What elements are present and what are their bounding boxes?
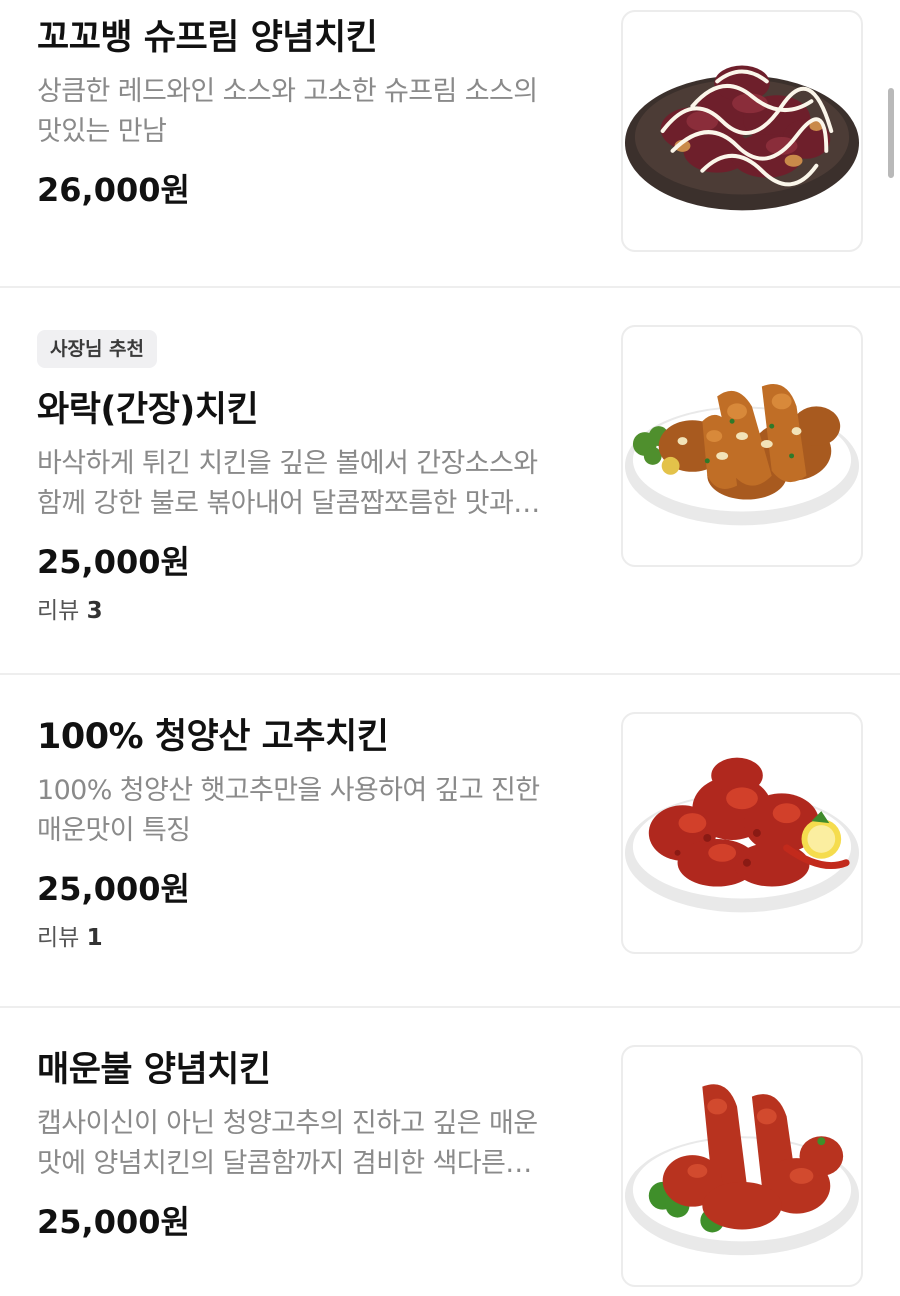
review-count[interactable]: 리뷰 3: [37, 594, 597, 628]
cheongyang-pepper-chicken-image: [624, 757, 860, 913]
owner-recommend-badge: 사장님 추천: [37, 330, 158, 368]
description-line: 캡사이신이 아닌 청양고추의 진하고 깊은 매운: [37, 1108, 538, 1139]
description-line: 바삭하게 튀긴 치킨을 깊은 볼에서 간장소스와: [37, 448, 538, 479]
description-line: 함께 강한 불로 볶아내어 달콤짭쪼름한 맛과…: [37, 488, 540, 519]
spicy-fire-yangnyeom-chicken-image: [624, 1084, 860, 1256]
menu-item-photo[interactable]: [621, 10, 863, 252]
menu-item-cheongyang-pepper-chicken[interactable]: 100% 청양산 고추치킨 100% 청양산 햇고추만을 사용하여 깊고 진한 …: [0, 675, 900, 1008]
menu-item-price: 26,000원: [37, 171, 190, 209]
menu-item-photo[interactable]: [621, 712, 863, 954]
red-wine-supreme-chicken-image: [624, 65, 860, 211]
menu-item-description: 상큼한 레드와인 소스와 고소한 슈프림 소스의 맛있는 만남: [37, 72, 597, 152]
menu-item-photo[interactable]: [621, 325, 863, 567]
menu-item-name: 100% 청양산 고추치킨: [37, 717, 389, 757]
review-label: 리뷰: [37, 598, 80, 624]
menu-item-spicy-fire-yangnyeom-chicken[interactable]: 매운불 양념치킨 캡사이신이 아닌 청양고추의 진하고 깊은 매운 맛에 양념치…: [0, 1008, 900, 1296]
menu-item-name: 매운불 양념치킨: [37, 1050, 271, 1090]
menu-item-description: 캡사이신이 아닌 청양고추의 진하고 깊은 매운 맛에 양념치킨의 달콤함까지 …: [37, 1104, 597, 1184]
review-count[interactable]: 리뷰 1: [37, 921, 597, 955]
menu-item-info: 꼬꼬뱅 슈프림 양념치킨 상큼한 레드와인 소스와 고소한 슈프림 소스의 맛있…: [37, 14, 597, 212]
review-number: 1: [86, 925, 103, 951]
menu-item-kokovin-supreme-chicken[interactable]: 꼬꼬뱅 슈프림 양념치킨 상큼한 레드와인 소스와 고소한 슈프림 소스의 맛있…: [0, 0, 900, 288]
menu-item-warak-soy-chicken[interactable]: 사장님 추천 와락(간장)치킨 바삭하게 튀긴 치킨을 깊은 볼에서 간장소스와…: [0, 288, 900, 675]
description-line: 상큼한 레드와인 소스와 고소한 슈프림 소스의: [37, 76, 538, 107]
menu-item-description: 바삭하게 튀긴 치킨을 깊은 볼에서 간장소스와 함께 강한 불로 볶아내어 달…: [37, 444, 597, 524]
review-number: 3: [86, 598, 103, 624]
menu-item-price: 25,000원: [37, 543, 190, 581]
review-label: 리뷰: [37, 925, 80, 951]
menu-item-photo[interactable]: [621, 1045, 863, 1287]
description-line: 100% 청양산 햇고추만을 사용하여 깊고 진한: [37, 775, 540, 806]
menu-item-name: 와락(간장)치킨: [37, 390, 259, 430]
menu-item-description: 100% 청양산 햇고추만을 사용하여 깊고 진한 매운맛이 특징: [37, 771, 597, 851]
menu-item-name: 꼬꼬뱅 슈프림 양념치킨: [37, 18, 378, 58]
menu-item-info: 사장님 추천 와락(간장)치킨 바삭하게 튀긴 치킨을 깊은 볼에서 간장소스와…: [37, 330, 597, 628]
description-line: 맛에 양념치킨의 달콤함까지 겸비한 색다른…: [37, 1148, 532, 1179]
menu-item-info: 100% 청양산 고추치킨 100% 청양산 햇고추만을 사용하여 깊고 진한 …: [37, 713, 597, 955]
menu-item-price: 25,000원: [37, 1203, 190, 1241]
menu-list: 꼬꼬뱅 슈프림 양념치킨 상큼한 레드와인 소스와 고소한 슈프림 소스의 맛있…: [0, 0, 900, 1296]
description-line: 매운맛이 특징: [37, 815, 191, 846]
description-line: 맛있는 만남: [37, 116, 167, 147]
scrollbar[interactable]: [888, 88, 894, 178]
menu-item-info: 매운불 양념치킨 캡사이신이 아닌 청양고추의 진하고 깊은 매운 맛에 양념치…: [37, 1046, 597, 1244]
menu-item-price: 25,000원: [37, 870, 190, 908]
soy-garlic-chicken-image: [624, 384, 860, 526]
